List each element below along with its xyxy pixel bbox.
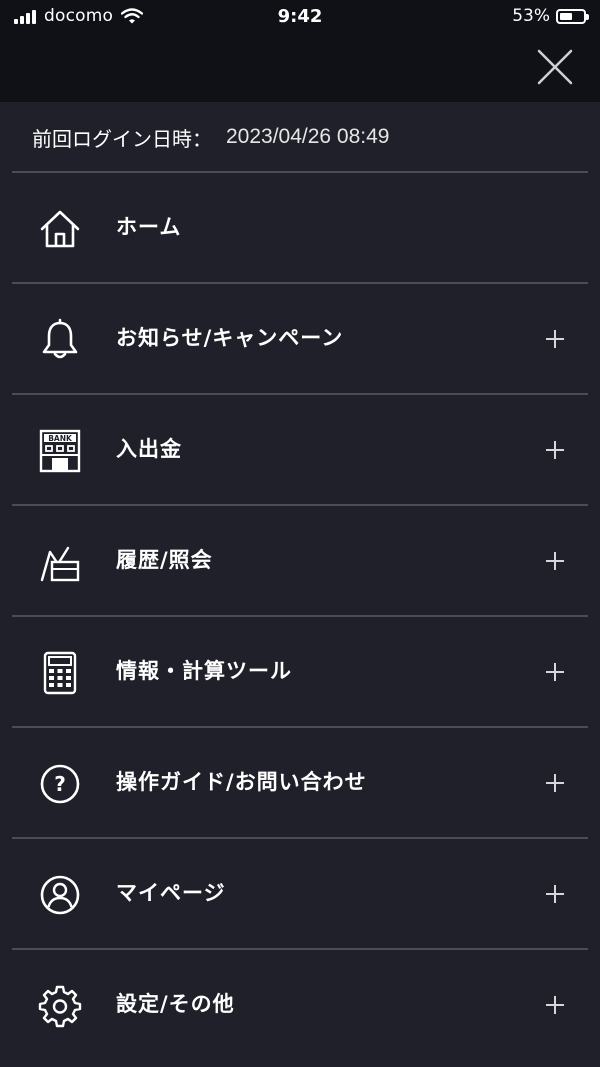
- close-icon[interactable]: [536, 48, 574, 86]
- gear-icon: [38, 985, 82, 1028]
- status-bar: docomo 9:42 53%: [0, 0, 600, 34]
- calculator-icon: [43, 651, 77, 695]
- last-login-label: 前回ログイン日時：: [32, 126, 212, 151]
- status-time: 9:42: [277, 6, 323, 27]
- plus-icon[interactable]: [544, 661, 566, 683]
- menu-item-guide-contact[interactable]: ? 操作ガイド/お問い合わせ: [0, 727, 600, 839]
- menu-item-label: 入出金: [116, 437, 182, 461]
- last-login-row: 前回ログイン日時： 2023/04/26 08:49: [32, 103, 588, 171]
- menu-item-label: 操作ガイド/お問い合わせ: [116, 770, 367, 794]
- battery-percent: 53%: [512, 6, 550, 26]
- menu-item-label: 設定/その他: [116, 992, 235, 1016]
- menu-item-label: ホーム: [116, 215, 182, 239]
- svg-text:BANK: BANK: [48, 434, 73, 443]
- user-icon: [40, 875, 80, 915]
- menu-item-mypage[interactable]: マイページ: [0, 838, 600, 950]
- plus-icon[interactable]: [544, 772, 566, 794]
- menu-item-label: 情報・計算ツール: [116, 659, 292, 683]
- help-icon: ?: [40, 764, 80, 804]
- menu-item-settings-other[interactable]: 設定/その他: [0, 949, 600, 1060]
- menu-item-history-inquiry[interactable]: 履歴/照会: [0, 505, 600, 617]
- home-icon: [40, 210, 80, 248]
- menu-header: [0, 34, 600, 102]
- plus-icon[interactable]: [544, 439, 566, 461]
- plus-icon[interactable]: [544, 328, 566, 350]
- menu-item-home[interactable]: ホーム: [0, 172, 600, 284]
- battery-icon: [556, 8, 589, 24]
- bank-icon: BANK: [39, 429, 81, 473]
- menu-item-label: お知らせ/キャンペーン: [116, 326, 344, 350]
- bell-icon: [42, 318, 78, 359]
- menu-item-info-tools[interactable]: 情報・計算ツール: [0, 616, 600, 728]
- menu-item-label: マイページ: [116, 881, 226, 905]
- plus-icon[interactable]: [544, 550, 566, 572]
- menu-item-label: 履歴/照会: [116, 548, 213, 572]
- last-login-value: 2023/04/26 08:49: [226, 125, 390, 148]
- status-right: 53%: [512, 6, 589, 26]
- menu-item-deposit-withdrawal[interactable]: BANK 入出金: [0, 394, 600, 506]
- menu-item-news-campaign[interactable]: お知らせ/キャンペーン: [0, 283, 600, 395]
- history-icon: [40, 546, 80, 582]
- svg-text:?: ?: [54, 772, 66, 796]
- plus-icon[interactable]: [544, 883, 566, 905]
- plus-icon[interactable]: [544, 994, 566, 1016]
- side-menu: ホーム お知らせ/キャンペーン BANK 入出金 履歴/照会 情報・計算ツール …: [0, 172, 600, 1060]
